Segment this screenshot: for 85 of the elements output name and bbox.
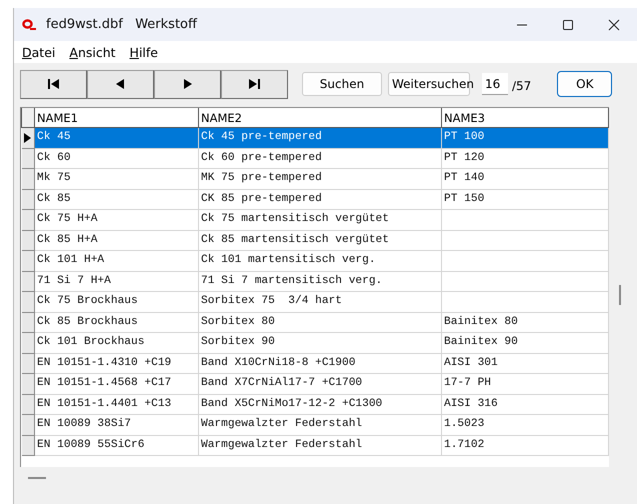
table-cell: EN 10089 55SiCr6 (37, 438, 144, 451)
column-header[interactable]: NAME1 (34, 108, 198, 128)
table-cell: Ck 101 Brockhaus (37, 336, 144, 348)
table-cell: 1.7102 (444, 438, 484, 451)
table-row[interactable]: EN 10151-1.4401 +C13 Band X5CrNiMo17-12-2 +C1300 AISI 316 (22, 394, 608, 414)
table-cell: Warmgewalzter Federstahl (201, 438, 362, 451)
table-row[interactable]: EN 10151-1.4310 +C19 Band X10CrNi18-8 +C1900 AISI 301 (22, 353, 608, 374)
table-cell: 17-7 PH (444, 377, 491, 390)
table-cell: Ck 60 (37, 152, 71, 164)
prev-arrow-icon (115, 79, 126, 89)
first-record-button[interactable] (20, 70, 87, 98)
table-cell: PT 100 (444, 131, 484, 144)
table-row[interactable]: Mk 75 MK 75 pre-tempered PT 140 (22, 168, 608, 189)
table-cell: 71 Si 7 martensitisch verg. (201, 274, 382, 287)
next-arrow-icon (182, 79, 193, 89)
table-cell: Ck 101 martensitisch verg. (201, 254, 376, 266)
table-row[interactable]: Ck 85 CK 85 pre-tempered PT 150 (22, 189, 608, 210)
table-cell: Band X5CrNiMo17-12-2 +C1300 (201, 398, 382, 410)
search-button[interactable]: Suchen (302, 72, 382, 96)
record-total: /57 (512, 79, 532, 93)
close-icon (608, 18, 620, 30)
last-record-button[interactable] (221, 70, 288, 98)
table-cell: Bainitex 90 (444, 336, 518, 348)
scrollbar-thumb[interactable] (619, 285, 621, 305)
table-row[interactable]: Ck 85 H+A Ck 85 martensitisch vergütet (22, 230, 608, 250)
maximize-icon (562, 18, 574, 30)
table-cell: EN 10151-1.4568 +C17 (37, 377, 172, 390)
table-cell: Ck 75 H+A (37, 213, 98, 226)
table-cell: Ck 85 martensitisch vergütet (201, 234, 389, 246)
table-row[interactable]: EN 10089 38Si7 Warmgewalzter Federstahl 1.5023 (22, 414, 608, 435)
table-cell: Mk 75 (37, 172, 71, 184)
window-title: fed9wst.dbf Werkstoff (46, 17, 198, 32)
table-cell: Ck 85 (37, 192, 71, 205)
table-cell: CK 85 pre-tempered (201, 192, 322, 205)
app-icon (22, 18, 36, 30)
table-cell: 71 Si 7 H+A (37, 274, 111, 287)
table-cell: AISI 316 (444, 398, 498, 410)
next-record-button[interactable] (154, 70, 221, 98)
table-row[interactable]: Ck 60 Ck 60 pre-tempered PT 120 (22, 148, 608, 168)
table-cell: Band X7CrNiAl17-7 +C1700 (201, 377, 362, 390)
table-row[interactable]: Ck 101 H+A Ck 101 martensitisch verg. (22, 250, 608, 271)
first-arrow-icon (48, 79, 59, 89)
column-header[interactable]: NAME2 (198, 108, 442, 128)
table-cell: EN 10151-1.4310 +C19 (37, 356, 172, 369)
table-cell: Sorbitex 75 3/4 hart (201, 295, 342, 308)
table-cell: Ck 45 pre-tempered (201, 131, 322, 144)
table-cell: EN 10089 38Si7 (37, 418, 131, 430)
table-row[interactable]: Ck 85 Brockhaus Sorbitex 80 Bainitex 80 (22, 312, 608, 332)
menu-item[interactable]: Ansicht (69, 44, 116, 60)
table-row[interactable]: Ck 75 H+A Ck 75 martensitisch vergütet (22, 210, 608, 230)
table-cell: Ck 75 martensitisch vergütet (201, 213, 389, 226)
table-cell: Bainitex 80 (444, 316, 518, 328)
column-header[interactable]: NAME3 (442, 108, 608, 128)
table-row[interactable]: EN 10089 55SiCr6 Warmgewalzter Federstahl 1.7102 (22, 435, 608, 456)
menu-item[interactable]: Hilfe (130, 44, 158, 60)
table-row[interactable]: Ck 45 Ck 45 pre-tempered PT 100 (22, 128, 608, 148)
table-cell: Ck 45 (37, 131, 71, 144)
table-cell: Sorbitex 80 (201, 316, 275, 328)
last-arrow-icon (249, 79, 260, 89)
table-cell: MK 75 pre-tempered (201, 172, 322, 184)
menu-item[interactable]: Datei (22, 44, 56, 60)
table-row[interactable]: EN 10151-1.4568 +C17 Band X7CrNiAl17-7 +C1700 17-7 PH (22, 374, 608, 394)
row-selector[interactable] (22, 128, 34, 148)
record-number-field[interactable]: 16 (482, 73, 508, 95)
table-cell: AISI 301 (444, 356, 498, 369)
scrollbar-thumb[interactable] (28, 477, 46, 479)
table-cell: EN 10151-1.4401 +C13 (37, 398, 172, 410)
table-cell: Ck 60 pre-tempered (201, 152, 322, 164)
table-cell: Sorbitex 90 (201, 336, 275, 348)
table-cell: PT 150 (444, 192, 484, 205)
table-cell: Ck 85 H+A (37, 234, 98, 246)
table-cell: PT 140 (444, 172, 484, 184)
table-row[interactable]: 71 Si 7 H+A 71 Si 7 martensitisch verg. (22, 271, 608, 292)
table-cell: Ck 85 Brockhaus (37, 316, 138, 328)
ok-button[interactable]: OK (557, 71, 612, 97)
current-row-icon (24, 132, 30, 143)
prev-record-button[interactable] (87, 70, 154, 98)
table-cell: Warmgewalzter Federstahl (201, 418, 362, 430)
table-cell: PT 120 (444, 152, 484, 164)
table-cell: Ck 75 Brockhaus (37, 295, 138, 308)
table-cell: 1.5023 (444, 418, 484, 430)
table-cell: Ck 101 H+A (37, 254, 104, 266)
table-cell: Band X10CrNi18-8 +C1900 (201, 356, 356, 369)
table-row[interactable]: Ck 75 Brockhaus Sorbitex 75 3/4 hart (22, 292, 608, 312)
table-row[interactable]: Ck 101 Brockhaus Sorbitex 90 Bainitex 90 (22, 332, 608, 353)
